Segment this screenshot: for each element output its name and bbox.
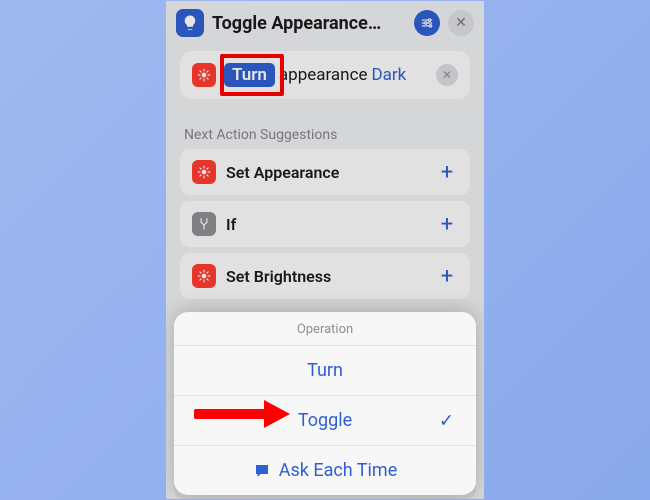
option-ask-each-time[interactable]: Ask Each Time — [174, 445, 476, 495]
action-word: appearance — [279, 65, 368, 85]
option-label: Toggle — [298, 410, 352, 431]
add-suggestion-button[interactable]: + — [436, 161, 458, 183]
operation-token[interactable]: Turn — [224, 63, 275, 87]
settings-button[interactable] — [414, 10, 440, 36]
appearance-action-icon — [192, 63, 216, 87]
action-card[interactable]: Turn appearance Dark ✕ — [180, 51, 470, 99]
suggestion-name: Set Appearance — [226, 163, 426, 182]
suggestion-if[interactable]: If + — [180, 201, 470, 247]
suggestion-icon — [192, 264, 216, 288]
app-screen: Toggle Appearance… ✕ Turn appearance Dar… — [166, 1, 484, 499]
sun-icon — [197, 68, 211, 82]
header-bar: Toggle Appearance… ✕ — [166, 1, 484, 45]
suggestion-name: Set Brightness — [226, 267, 426, 286]
suggestion-set-appearance[interactable]: Set Appearance + — [180, 149, 470, 195]
close-icon: ✕ — [455, 15, 467, 31]
add-suggestion-button[interactable]: + — [436, 265, 458, 287]
branch-icon — [197, 217, 211, 231]
option-label: Ask Each Time — [279, 460, 398, 481]
suggestion-set-brightness[interactable]: Set Brightness + — [180, 253, 470, 299]
page-title: Toggle Appearance… — [212, 13, 406, 34]
sun-icon — [197, 165, 211, 179]
chat-icon — [253, 462, 271, 480]
appearance-value[interactable]: Dark — [371, 65, 406, 85]
remove-action-button[interactable]: ✕ — [436, 64, 458, 86]
device-frame: Toggle Appearance… ✕ Turn appearance Dar… — [166, 1, 484, 499]
suggestion-name: If — [226, 215, 426, 234]
suggestions-label: Next Action Suggestions — [184, 127, 466, 143]
checkmark-icon: ✓ — [439, 410, 454, 431]
sliders-icon — [420, 16, 434, 30]
x-icon: ✕ — [442, 68, 452, 82]
suggestion-icon — [192, 212, 216, 236]
lightbulb-icon — [181, 14, 199, 32]
suggestion-icon — [192, 160, 216, 184]
add-suggestion-button[interactable]: + — [436, 213, 458, 235]
operation-picker-sheet: Operation Turn Toggle ✓ Ask Each Time — [174, 312, 476, 495]
shortcut-app-icon[interactable] — [176, 9, 204, 37]
sheet-title: Operation — [174, 312, 476, 345]
option-turn[interactable]: Turn — [174, 345, 476, 395]
sun-icon — [197, 269, 211, 283]
option-label: Turn — [307, 360, 343, 381]
close-button[interactable]: ✕ — [448, 10, 474, 36]
option-toggle[interactable]: Toggle ✓ — [174, 395, 476, 445]
action-sentence: Turn appearance Dark — [224, 63, 406, 87]
